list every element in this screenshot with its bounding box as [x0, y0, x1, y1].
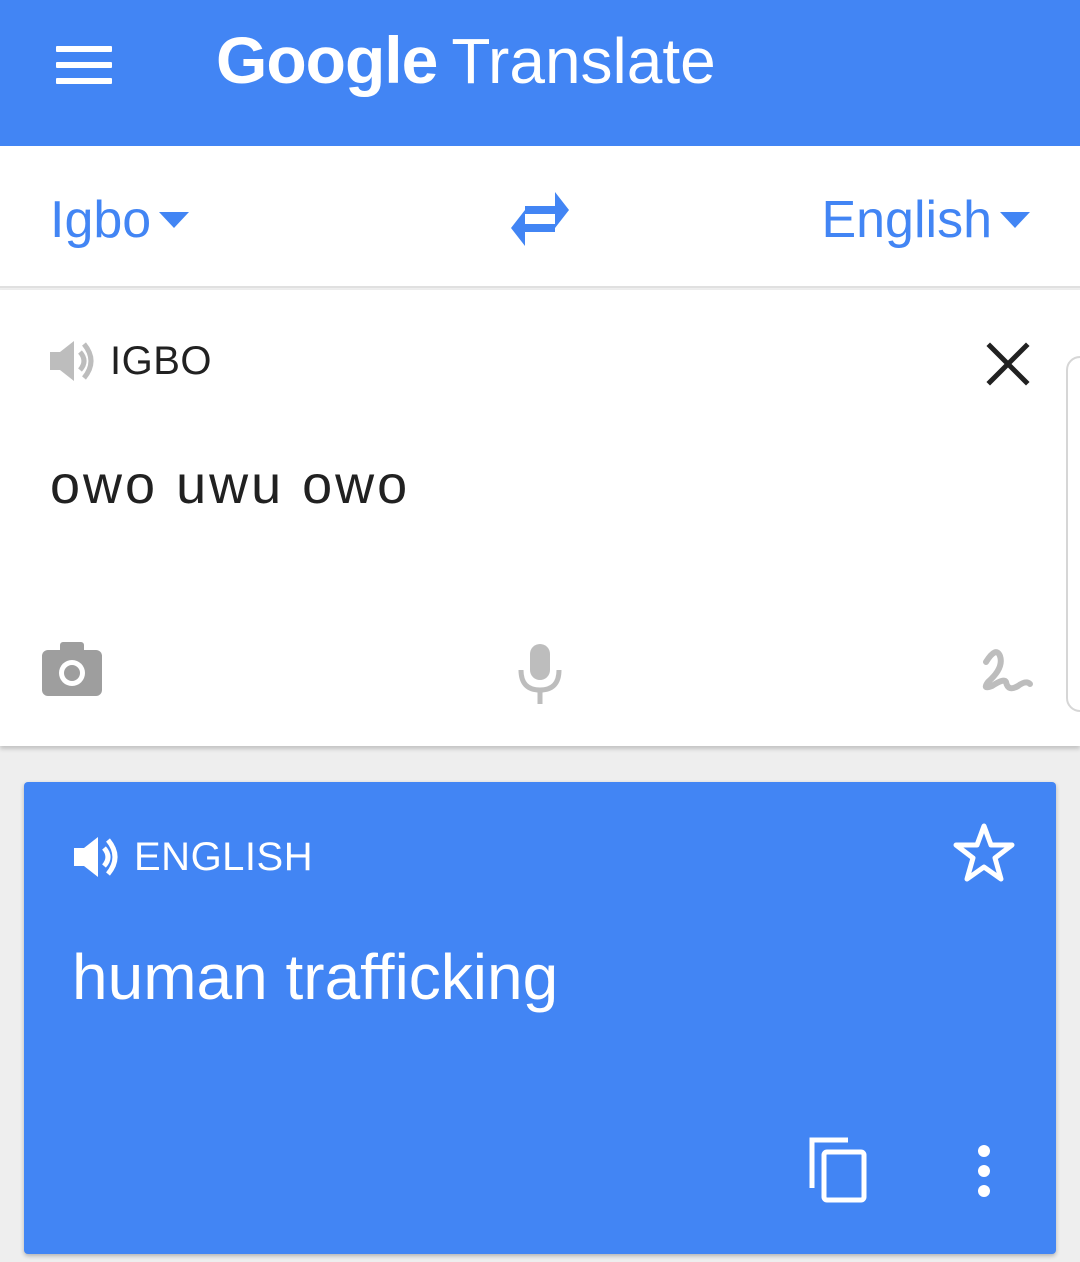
microphone-icon — [518, 644, 562, 704]
result-language-label: ENGLISH — [134, 834, 314, 879]
clear-input-button[interactable] — [980, 336, 1036, 392]
chevron-down-icon — [1000, 212, 1030, 228]
camera-button[interactable] — [40, 640, 104, 698]
source-text-input[interactable]: owo uwu owo — [50, 454, 410, 516]
microphone-button[interactable] — [515, 642, 565, 706]
hamburger-menu-icon — [56, 46, 112, 52]
result-language-header: ENGLISH — [72, 834, 313, 880]
input-card: IGBO owo uwu owo — [0, 290, 1080, 746]
language-bar: Igbo English — [0, 146, 1080, 288]
more-vert-icon — [978, 1145, 990, 1197]
brand-name: Google — [216, 23, 438, 97]
camera-icon — [42, 642, 102, 696]
copy-button[interactable] — [806, 1134, 870, 1204]
menu-button[interactable] — [42, 30, 126, 100]
favorite-button[interactable] — [952, 822, 1016, 884]
translated-text: human trafficking — [72, 941, 559, 1013]
source-language-label: Igbo — [50, 191, 152, 249]
more-options-button[interactable] — [966, 1142, 1002, 1200]
target-language-label: English — [821, 191, 992, 249]
chevron-down-icon — [159, 212, 190, 228]
source-language-selector[interactable]: Igbo — [50, 191, 190, 249]
app-title: Google Translate — [216, 22, 716, 102]
handwriting-icon — [982, 649, 1033, 692]
speaker-icon[interactable] — [48, 338, 98, 384]
app-bar: Google Translate — [0, 0, 1080, 146]
swap-arrows-icon — [511, 192, 569, 246]
speaker-icon[interactable] — [72, 834, 122, 880]
hamburger-menu-icon-bar — [56, 78, 112, 84]
translate-app: Google Translate Igbo English IGBO owo u… — [0, 0, 1080, 1262]
input-language-label: IGBO — [110, 338, 213, 383]
star-icon — [953, 823, 1015, 882]
side-panel-handle[interactable] — [1066, 356, 1080, 712]
swap-languages-button[interactable] — [505, 188, 575, 250]
handwriting-button[interactable] — [976, 642, 1038, 704]
hamburger-menu-icon-bar — [56, 62, 112, 68]
translation-result-card[interactable]: ENGLISH human trafficking — [24, 782, 1056, 1254]
close-icon — [986, 342, 1030, 386]
copy-icon — [809, 1137, 867, 1203]
input-language-header: IGBO — [48, 338, 212, 384]
product-name: Translate — [451, 25, 716, 97]
target-language-selector[interactable]: English — [821, 191, 1030, 249]
